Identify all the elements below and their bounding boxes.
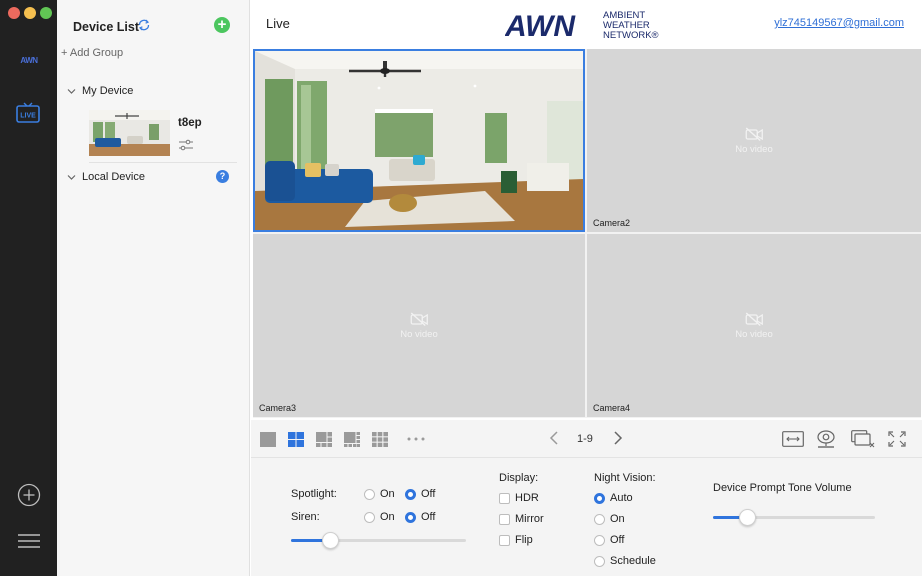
spotlight-label: Spotlight: — [291, 488, 337, 500]
night-vision-label: Night Vision: — [594, 472, 656, 484]
close-window-button[interactable] — [8, 7, 20, 19]
group-label: Local Device — [82, 171, 145, 183]
zoom-window-button[interactable] — [40, 7, 52, 19]
minimize-window-button[interactable] — [24, 7, 36, 19]
camera-label: Camera2 — [593, 218, 631, 228]
prompt-volume-slider[interactable] — [713, 509, 875, 526]
add-group-link[interactable]: + Add Group — [61, 47, 123, 59]
layout-8-icon[interactable] — [344, 432, 360, 447]
view-toolbar: 1-9 — [251, 420, 922, 458]
group-local-device[interactable]: Local Device — [67, 171, 145, 183]
spotlight-off-text: Off — [421, 488, 436, 500]
more-layouts-icon[interactable] — [407, 437, 425, 441]
group-my-device[interactable]: My Device — [67, 85, 133, 97]
device-controls: Spotlight: On Off Siren: On Off Display:… — [251, 458, 922, 576]
night-vision-auto-text: Auto — [610, 492, 633, 504]
hdr-checkbox[interactable] — [499, 493, 510, 504]
night-vision-auto-radio[interactable] — [594, 493, 605, 504]
user-email-link[interactable]: ylz745149567@gmail.com — [774, 17, 904, 29]
no-video-icon — [745, 311, 763, 326]
svg-text:NETWORK®: NETWORK® — [603, 30, 659, 40]
night-vision-on-text: On — [610, 513, 625, 525]
camera-ptz-icon[interactable] — [814, 429, 838, 449]
display-label: Display: — [499, 472, 539, 484]
hamburger-menu-icon[interactable] — [18, 533, 40, 549]
no-video-icon — [410, 311, 428, 326]
slider-handle[interactable] — [739, 509, 756, 526]
layout-1-icon[interactable] — [260, 432, 276, 447]
siren-on-text: On — [380, 511, 395, 523]
camera-tile-4[interactable]: No video Camera4 — [587, 234, 921, 417]
night-vision-off-radio[interactable] — [594, 535, 605, 546]
sliders-settings-icon[interactable] — [179, 139, 193, 151]
flip-text: Flip — [515, 534, 533, 546]
camera-label: Camera4 — [593, 403, 631, 413]
camera-tile-2[interactable]: No video Camera2 — [587, 49, 921, 232]
no-video-icon — [745, 126, 763, 141]
no-video-placeholder: No video — [735, 126, 773, 155]
divider — [89, 162, 237, 163]
live-video-frame — [255, 51, 583, 230]
siren-off-text: Off — [421, 511, 436, 523]
group-label: My Device — [82, 85, 134, 97]
svg-text:AWN: AWN — [505, 10, 576, 40]
flip-checkbox[interactable] — [499, 535, 510, 546]
camera-tile-1[interactable] — [253, 49, 585, 232]
device-name[interactable]: t8ep — [178, 117, 202, 129]
rail-awn-logo: AWN — [20, 56, 38, 65]
live-badge-text: LIVE — [20, 113, 36, 120]
chevron-left-icon[interactable] — [549, 431, 559, 445]
live-view: Live AWN AMBIENT WEATHER NETWORK® ylz745… — [251, 0, 922, 576]
night-vision-on-radio[interactable] — [594, 514, 605, 525]
app-rail: AWN LIVE — [0, 0, 57, 576]
spotlight-on-radio[interactable] — [364, 489, 375, 500]
layout-4-icon[interactable] — [288, 432, 304, 447]
live-tv-icon[interactable]: LIVE — [16, 102, 40, 124]
page-range: 1-9 — [577, 433, 593, 445]
add-device-button[interactable]: + — [214, 17, 230, 33]
fullscreen-icon[interactable] — [888, 431, 906, 447]
no-video-placeholder: No video — [735, 311, 773, 340]
device-list-panel: Device List + + Add Group My Device t8ep — [57, 0, 250, 576]
siren-volume-slider[interactable] — [291, 532, 466, 549]
awn-brand-logo: AWN AMBIENT WEATHER NETWORK® — [505, 10, 659, 40]
camera-label: Camera3 — [259, 403, 297, 413]
hdr-text: HDR — [515, 492, 539, 504]
no-video-text: No video — [735, 143, 773, 155]
header: Live AWN AMBIENT WEATHER NETWORK® ylz745… — [251, 0, 922, 48]
no-video-placeholder: No video — [400, 311, 438, 340]
add-circle-icon[interactable] — [17, 483, 41, 507]
spotlight-off-radio[interactable] — [405, 489, 416, 500]
room-thumbnail-image — [89, 110, 170, 156]
siren-label: Siren: — [291, 511, 320, 523]
camera-tile-3[interactable]: No video Camera3 — [253, 234, 585, 417]
slider-handle[interactable] — [322, 532, 339, 549]
mirror-checkbox[interactable] — [499, 514, 510, 525]
layout-6-icon[interactable] — [316, 432, 332, 447]
close-all-windows-icon[interactable] — [851, 430, 875, 448]
page-title: Live — [266, 16, 290, 31]
night-vision-schedule-radio[interactable] — [594, 556, 605, 567]
night-vision-schedule-text: Schedule — [610, 555, 656, 567]
device-list-title: Device List — [73, 20, 140, 34]
chevron-down-icon — [67, 174, 76, 180]
night-vision-off-text: Off — [610, 534, 625, 546]
mirror-text: Mirror — [515, 513, 544, 525]
camera-grid: No video Camera2 No video Camera3 No vid… — [253, 49, 921, 418]
siren-off-radio[interactable] — [405, 512, 416, 523]
refresh-icon[interactable] — [137, 18, 151, 32]
layout-9-icon[interactable] — [372, 432, 388, 447]
siren-on-radio[interactable] — [364, 512, 375, 523]
device-thumbnail[interactable] — [89, 110, 170, 156]
chevron-down-icon — [67, 88, 76, 94]
prompt-volume-label: Device Prompt Tone Volume — [713, 482, 852, 494]
chevron-right-icon[interactable] — [613, 431, 623, 445]
spotlight-on-text: On — [380, 488, 395, 500]
no-video-text: No video — [400, 328, 438, 340]
fit-screen-icon[interactable] — [782, 431, 804, 447]
no-video-text: No video — [735, 328, 773, 340]
help-icon[interactable]: ? — [216, 170, 229, 183]
